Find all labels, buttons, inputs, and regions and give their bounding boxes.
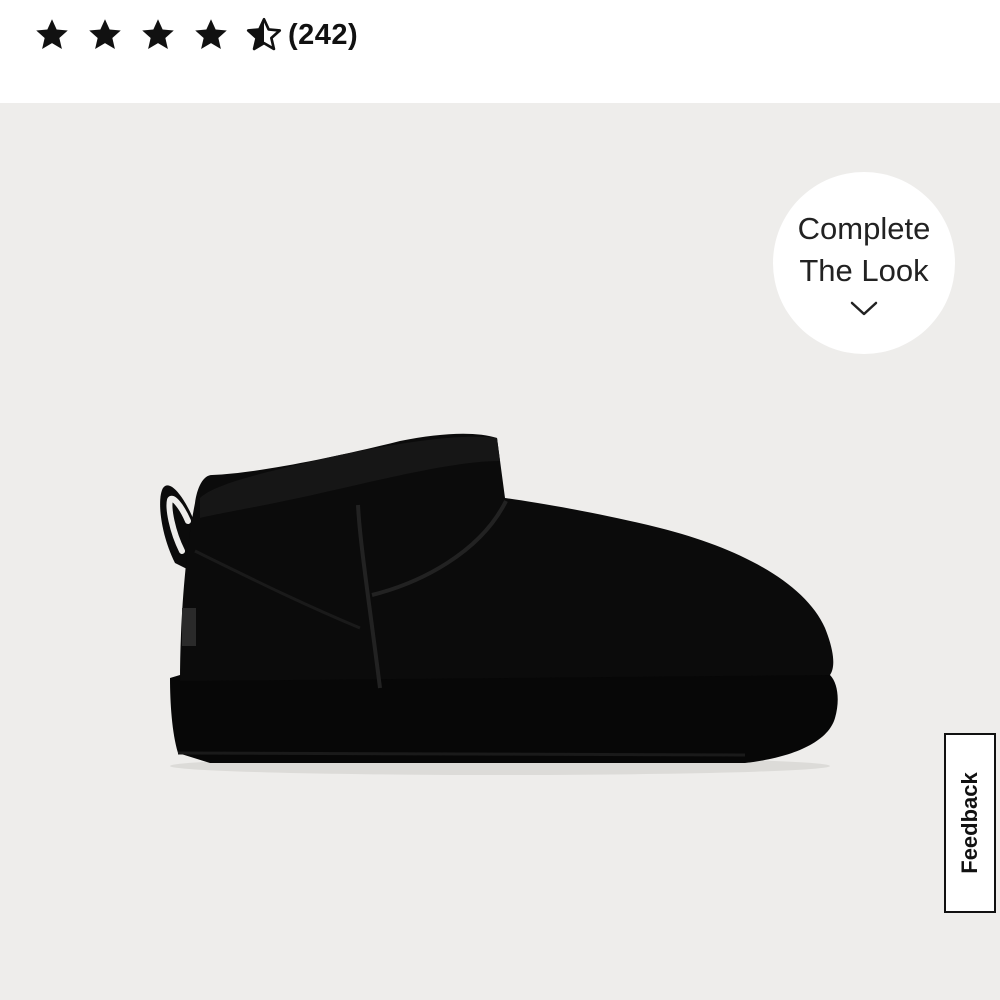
product-header: (242) xyxy=(0,0,1000,103)
boot-heel-label xyxy=(182,608,196,646)
star-icon xyxy=(142,19,174,49)
star-rating xyxy=(34,17,282,53)
product-rating[interactable]: (242) xyxy=(34,12,358,58)
product-image-area: Complete The Look Feedback xyxy=(0,103,1000,1000)
star-icon xyxy=(195,19,227,49)
star-icon xyxy=(36,19,68,49)
feedback-tab[interactable]: Feedback xyxy=(944,733,996,913)
review-count[interactable]: (242) xyxy=(288,19,358,52)
boot-sole xyxy=(170,675,838,763)
complete-look-label-line2: The Look xyxy=(799,253,929,288)
complete-the-look-button[interactable]: Complete The Look xyxy=(773,172,955,354)
complete-look-label-line1: Complete xyxy=(797,211,931,246)
star-icon xyxy=(89,19,121,49)
chevron-down-icon xyxy=(850,301,878,316)
feedback-label: Feedback xyxy=(957,772,982,874)
half-star-icon xyxy=(246,17,282,51)
